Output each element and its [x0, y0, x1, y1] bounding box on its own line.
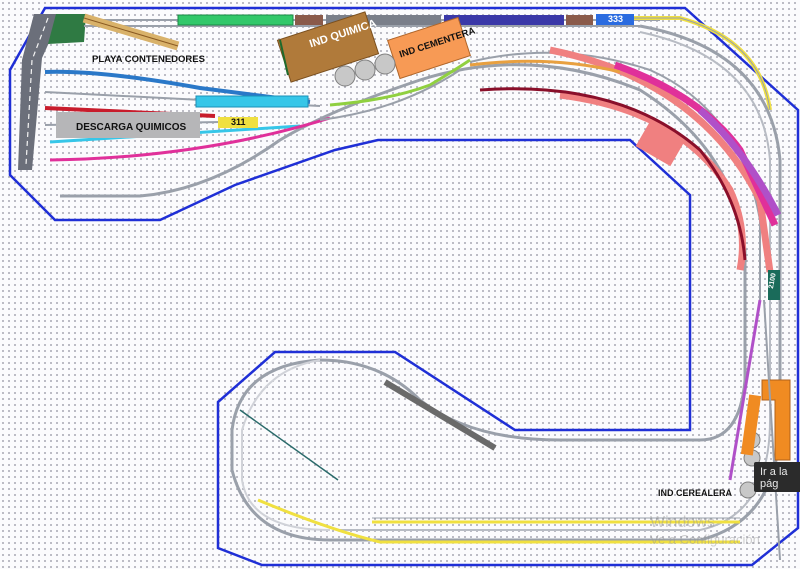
- loco-311: 311: [231, 117, 246, 127]
- page-tooltip[interactable]: Ir a la pág: [754, 462, 800, 492]
- loco-333: 333: [608, 14, 624, 24]
- layout-canvas: PLAYA CONTENEDORES DESCARGA QUIMICOS IND…: [0, 0, 800, 569]
- watermark-line-1: Windows: [650, 514, 715, 531]
- label-ind-cerealera: IND CEREALERA: [658, 488, 733, 498]
- watermark-line-2: Ve a Configuración: [650, 532, 760, 547]
- label-playa-contenedores: PLAYA CONTENEDORES: [92, 54, 205, 65]
- windows-activation-watermark: Windows Ve a Configuración: [650, 514, 760, 547]
- track-plan-diagram: [8, 6, 800, 567]
- label-descarga-quimicos: DESCARGA QUIMICOS: [76, 122, 187, 133]
